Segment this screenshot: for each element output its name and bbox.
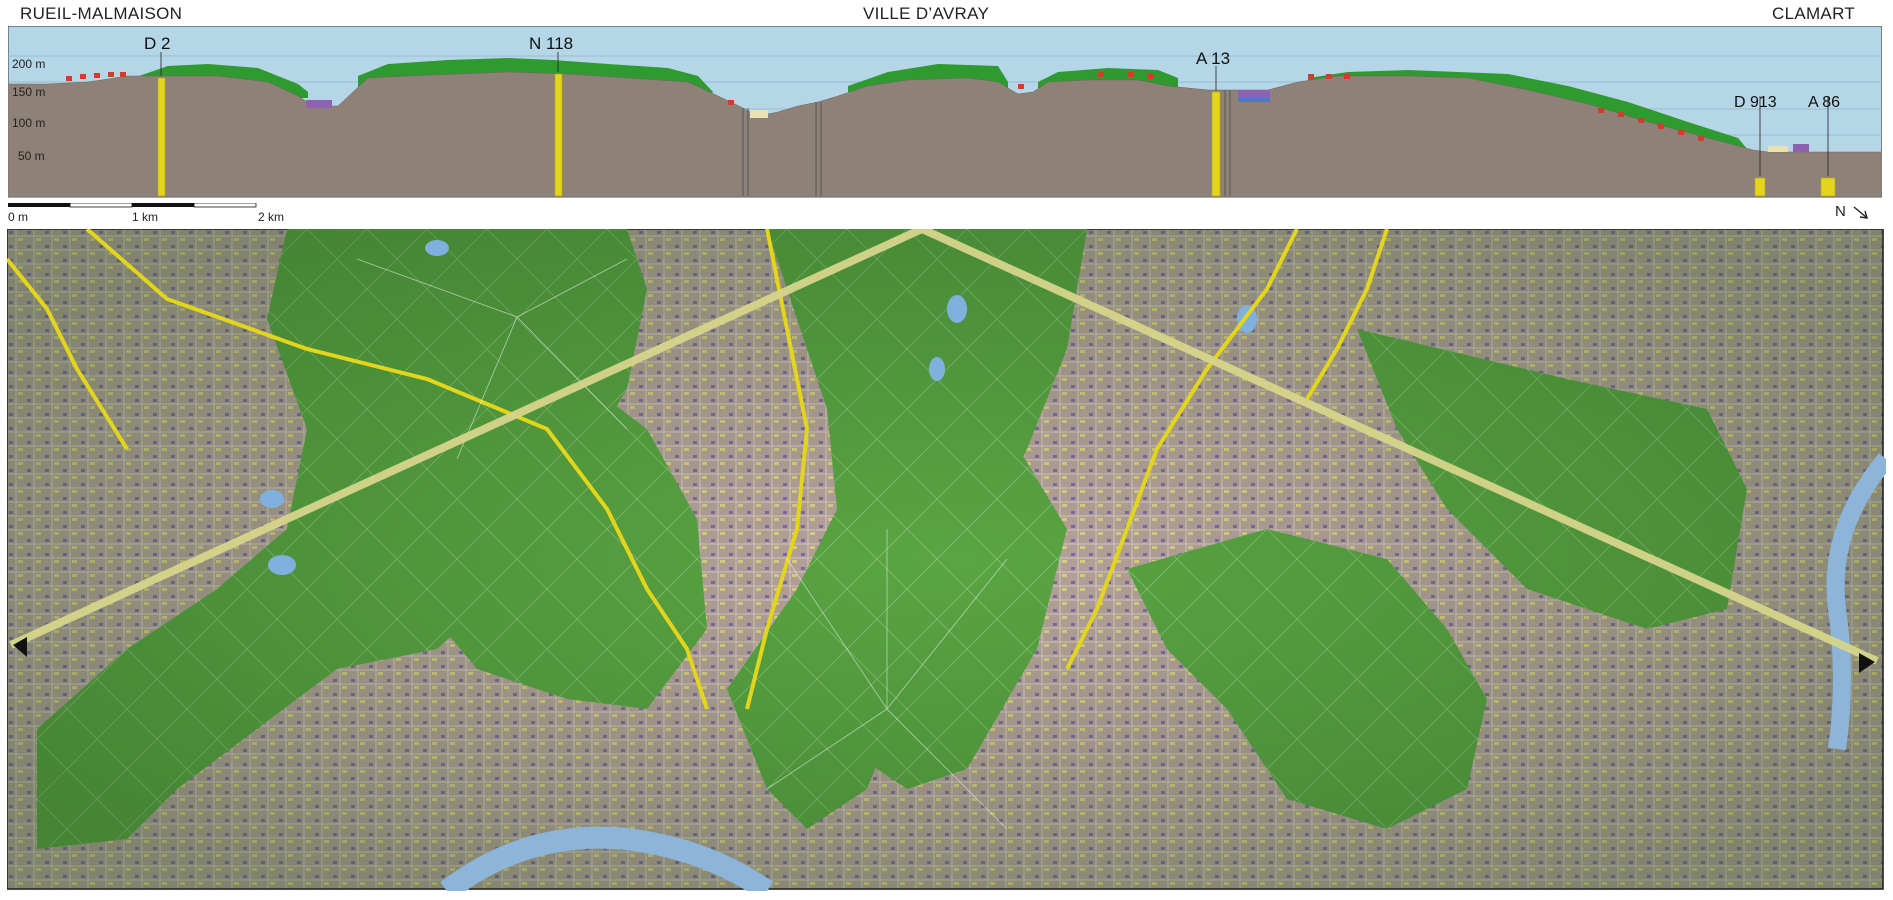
road-label-d913: D 913 (1734, 94, 1777, 111)
altitude-label: 150 m (12, 85, 45, 99)
north-arrow-icon (1853, 206, 1868, 219)
scale-label: 0 m (8, 210, 28, 224)
place-label-rueil-malmaison: RUEIL-MALMAISON (20, 4, 183, 23)
relief-map (7, 229, 1886, 891)
altitude-label: 200 m (12, 57, 45, 71)
north-indicator: N (1835, 203, 1872, 220)
road-label-n118: N 118 (529, 34, 573, 53)
scale-label: 2 km (258, 210, 284, 224)
altitude-label: 50 m (18, 149, 45, 163)
road-label-a86: A 86 (1808, 94, 1840, 111)
road-label-a13: A 13 (1196, 49, 1230, 68)
scale-bar: 0 m 1 km 2 km (8, 203, 284, 224)
scale-label: 1 km (132, 210, 158, 224)
north-label: N (1835, 203, 1846, 220)
altitude-label: 100 m (12, 116, 45, 130)
road-label-d2: D 2 (144, 34, 170, 53)
elevation-profile: 200 m 150 m 100 m 50 m D 2 N 118 A 13 D … (8, 26, 1882, 198)
place-label-ville-d-avray: VILLE D’AVRAY (863, 4, 990, 23)
place-label-clamart: CLAMART (1772, 4, 1856, 23)
